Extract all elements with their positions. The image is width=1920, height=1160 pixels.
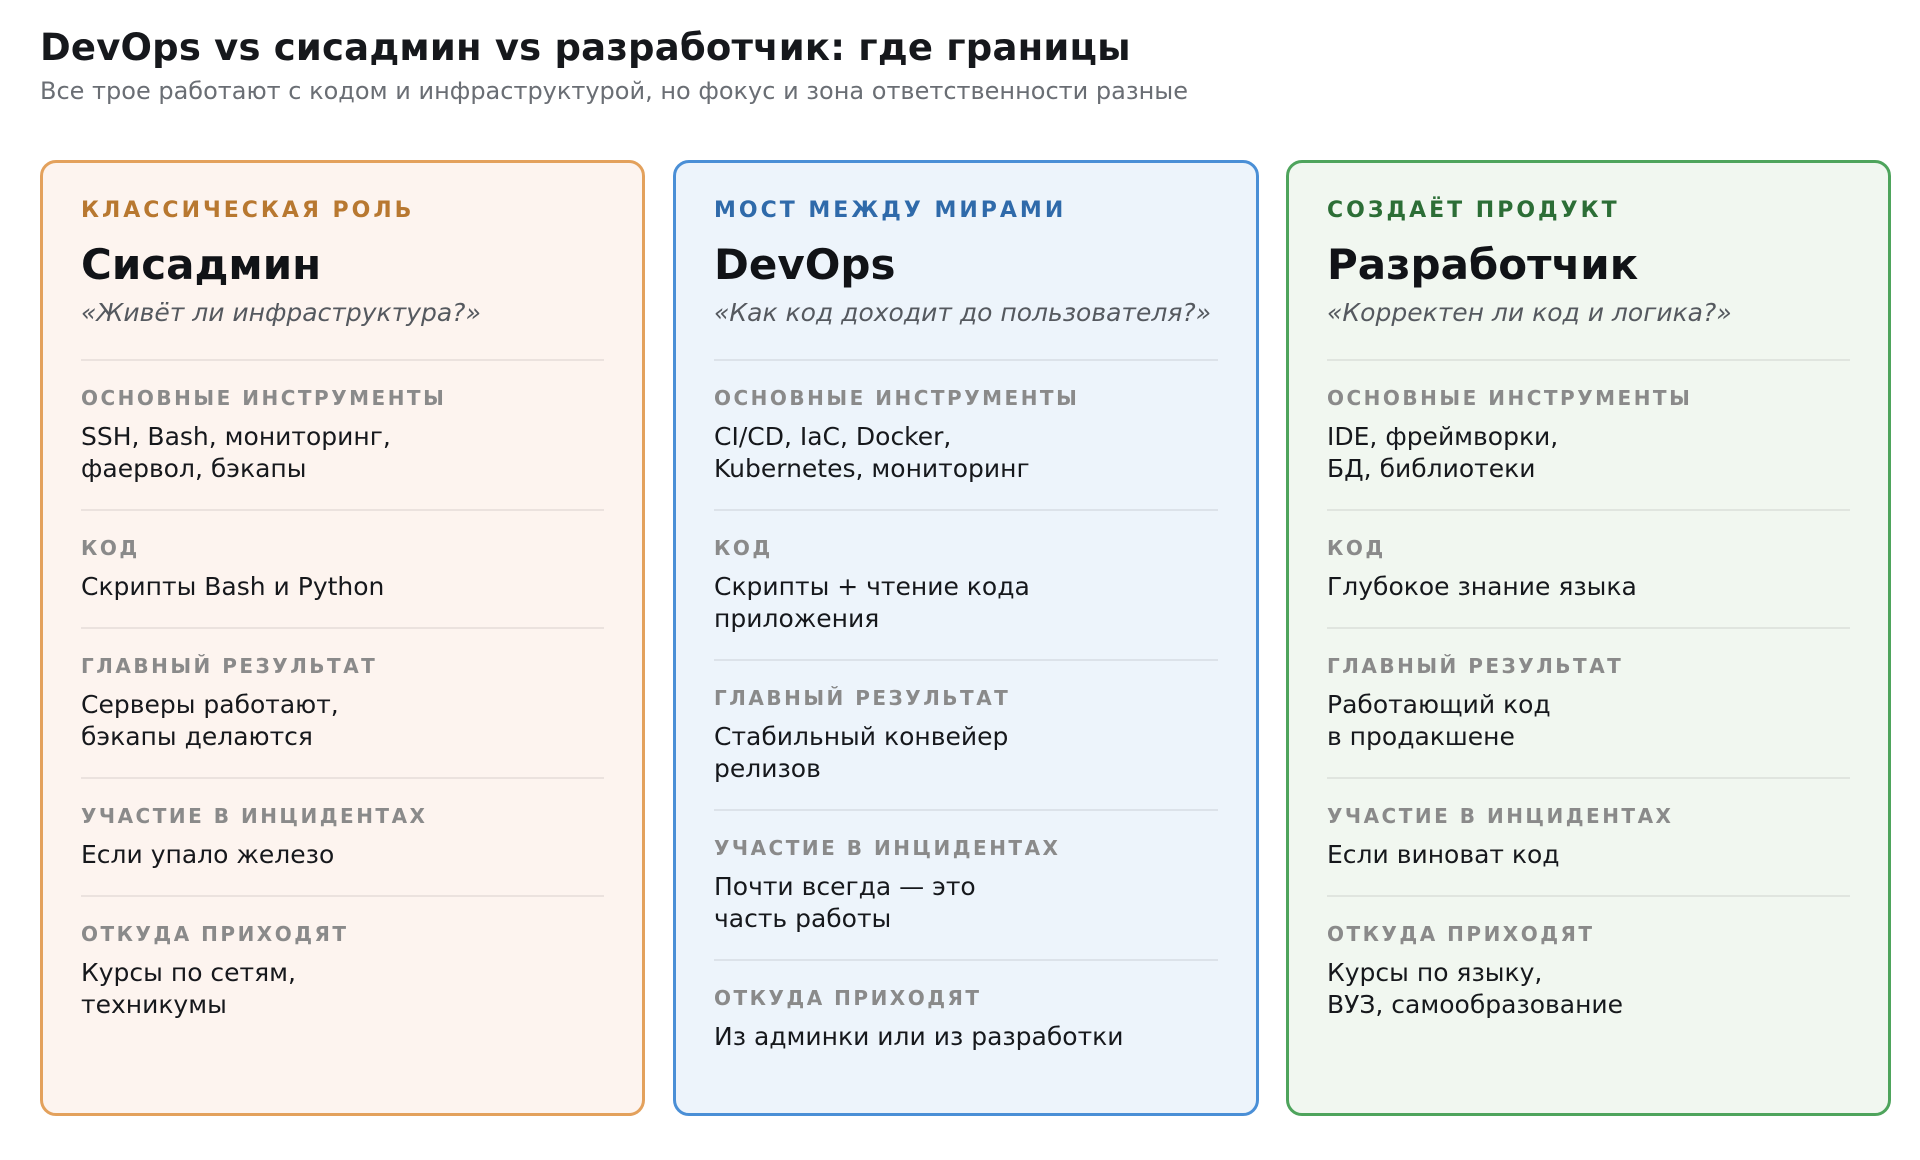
section-label: ОСНОВНЫЕ ИНСТРУМЕНТЫ [1327,386,1693,410]
card-quote: «Корректен ли код и логика?» [1327,298,1732,327]
section-origin: ОТКУДА ПРИХОДЯТ Из админки или из разраб… [714,961,1218,1077]
section-label: КОД [1327,536,1386,560]
section-tools: ОСНОВНЫЕ ИНСТРУМЕНТЫ CI/CD, IaC, Docker,… [714,361,1218,511]
card-quote: «Как код доходит до пользователя?» [714,298,1212,327]
card-tag: КЛАССИЧЕСКАЯ РОЛЬ [81,198,415,223]
section-label: КОД [714,536,773,560]
section-tools: ОСНОВНЫЕ ИНСТРУМЕНТЫ SSH, Bash, монитори… [81,361,604,511]
section-origin: ОТКУДА ПРИХОДЯТ Курсы по сетям, техникум… [81,897,604,1045]
section-label: ОТКУДА ПРИХОДЯТ [81,922,349,946]
card-quote: «Живёт ли инфраструктура?» [81,298,481,327]
section-value: Стабильный конвейер релизов [714,722,1009,783]
section-incidents: УЧАСТИЕ В ИНЦИДЕНТАХ Если виноват код [1327,779,1850,897]
section-code: КОД Глубокое знание языка [1327,511,1850,629]
card-title: Разработчик [1327,240,1639,289]
page-title: DevOps vs сисадмин vs разработчик: где г… [40,26,1131,69]
section-label: ГЛАВНЫЙ РЕЗУЛЬТАТ [714,686,1011,710]
section-label: ОТКУДА ПРИХОДЯТ [1327,922,1595,946]
section-value: Серверы работают, бэкапы делаются [81,690,339,751]
section-value: Скрипты + чтение кода приложения [714,572,1030,633]
section-code: КОД Скрипты + чтение кода приложения [714,511,1218,661]
section-result: ГЛАВНЫЙ РЕЗУЛЬТАТ Серверы работают, бэка… [81,629,604,779]
section-label: УЧАСТИЕ В ИНЦИДЕНТАХ [714,836,1061,860]
section-tools: ОСНОВНЫЕ ИНСТРУМЕНТЫ IDE, фреймворки, БД… [1327,361,1850,511]
card-devops: МОСТ МЕЖДУ МИРАМИ DevOps «Как код доходи… [673,160,1259,1116]
section-value: Почти всегда — это часть работы [714,872,976,933]
section-value: Если виноват код [1327,840,1560,869]
section-code: КОД Скрипты Bash и Python [81,511,604,629]
section-label: УЧАСТИЕ В ИНЦИДЕНТАХ [81,804,428,828]
card-title: DevOps [714,240,896,289]
section-origin: ОТКУДА ПРИХОДЯТ Курсы по языку, ВУЗ, сам… [1327,897,1850,1045]
section-value: CI/CD, IaC, Docker, Kubernetes, монитори… [714,422,1030,483]
section-incidents: УЧАСТИЕ В ИНЦИДЕНТАХ Почти всегда — это … [714,811,1218,961]
section-label: ОСНОВНЫЕ ИНСТРУМЕНТЫ [714,386,1080,410]
page-subtitle: Все трое работают с кодом и инфраструкту… [40,77,1188,105]
page-header: DevOps vs сисадмин vs разработчик: где г… [40,26,1890,106]
section-value: Работающий код в продакшене [1327,690,1551,751]
section-label: ОСНОВНЫЕ ИНСТРУМЕНТЫ [81,386,447,410]
section-value: Из админки или из разработки [714,1022,1124,1051]
section-label: УЧАСТИЕ В ИНЦИДЕНТАХ [1327,804,1674,828]
section-value: Если упало железо [81,840,335,869]
section-value: Глубокое знание языка [1327,572,1637,601]
section-label: ГЛАВНЫЙ РЕЗУЛЬТАТ [1327,654,1624,678]
card-developer: СОЗДАЁТ ПРОДУКТ Разработчик «Корректен л… [1286,160,1891,1116]
section-value: Курсы по сетям, техникумы [81,958,296,1019]
card-tag: МОСТ МЕЖДУ МИРАМИ [714,198,1067,223]
section-label: КОД [81,536,140,560]
section-label: ГЛАВНЫЙ РЕЗУЛЬТАТ [81,654,378,678]
section-result: ГЛАВНЫЙ РЕЗУЛЬТАТ Работающий код в прода… [1327,629,1850,779]
card-title: Сисадмин [81,240,322,289]
section-value: IDE, фреймворки, БД, библиотеки [1327,422,1559,483]
section-value: SSH, Bash, мониторинг, фаервол, бэкапы [81,422,391,483]
section-value: Скрипты Bash и Python [81,572,385,601]
card-sysadmin: КЛАССИЧЕСКАЯ РОЛЬ Сисадмин «Живёт ли инф… [40,160,645,1116]
section-incidents: УЧАСТИЕ В ИНЦИДЕНТАХ Если упало железо [81,779,604,897]
card-tag: СОЗДАЁТ ПРОДУКТ [1327,198,1620,223]
section-result: ГЛАВНЫЙ РЕЗУЛЬТАТ Стабильный конвейер ре… [714,661,1218,811]
section-label: ОТКУДА ПРИХОДЯТ [714,986,982,1010]
section-value: Курсы по языку, ВУЗ, самообразование [1327,958,1624,1019]
